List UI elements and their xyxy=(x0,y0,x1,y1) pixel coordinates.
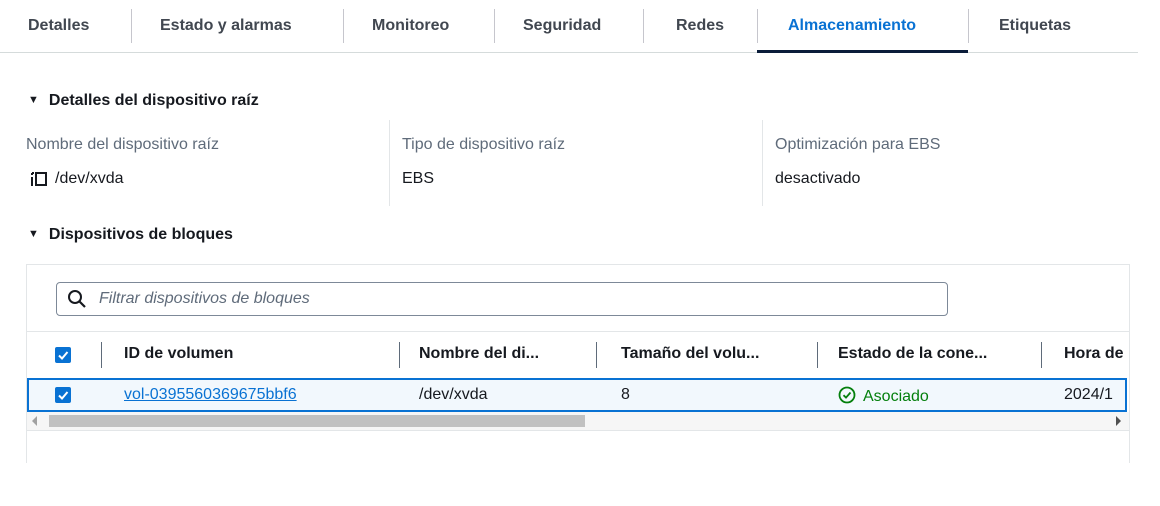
volume-size-cell: 8 xyxy=(621,386,630,403)
check-circle-icon xyxy=(838,386,856,404)
device-name-cell: /dev/xvda xyxy=(419,386,488,403)
tab-estado-alarmas[interactable]: Estado y alarmas xyxy=(160,0,292,52)
column-divider xyxy=(596,342,597,368)
volume-id-link[interactable]: vol-0395560369675bbf6 xyxy=(124,386,297,404)
root-device-type-label: Tipo de dispositivo raíz xyxy=(402,136,566,153)
block-devices-section-header[interactable]: ▼ Dispositivos de bloques xyxy=(28,226,233,244)
root-device-section-header[interactable]: ▼ Detalles del dispositivo raíz xyxy=(28,92,259,110)
row-checkbox[interactable] xyxy=(55,387,71,403)
tab-divider xyxy=(757,9,758,43)
search-icon xyxy=(68,290,86,308)
caret-down-icon: ▼ xyxy=(28,228,39,240)
tab-detalles[interactable]: Detalles xyxy=(28,0,89,52)
copy-icon[interactable] xyxy=(30,170,48,188)
attachment-status-cell: Asociado xyxy=(838,386,929,406)
attachment-status-label: Asociado xyxy=(863,388,929,405)
tab-divider xyxy=(131,9,132,43)
tab-divider xyxy=(343,9,344,43)
root-device-section-title: Detalles del dispositivo raíz xyxy=(48,92,259,109)
root-device-type-value: EBS xyxy=(402,170,435,187)
tab-redes[interactable]: Redes xyxy=(676,0,724,52)
tab-etiquetas[interactable]: Etiquetas xyxy=(999,0,1071,52)
column-divider xyxy=(1041,342,1042,368)
block-devices-table: Filtrar dispositivos de bloques ID de vo… xyxy=(26,264,1130,463)
column-divider xyxy=(389,120,390,206)
tab-divider xyxy=(494,9,495,43)
tab-seguridad[interactable]: Seguridad xyxy=(523,0,601,52)
horizontal-scrollbar[interactable] xyxy=(27,412,1129,431)
caret-down-icon: ▼ xyxy=(28,94,39,106)
time-cell: 2024/1 xyxy=(1064,386,1113,403)
select-all-checkbox[interactable] xyxy=(55,347,71,363)
tab-bar: Detalles Estado y alarmas Monitoreo Segu… xyxy=(0,0,1138,53)
column-divider xyxy=(101,342,102,368)
column-header-attachment-status[interactable]: Estado de la cone... xyxy=(838,345,987,363)
checkmark-icon xyxy=(58,351,69,360)
table-row[interactable]: vol-0395560369675bbf6 /dev/xvda 8 Asocia… xyxy=(27,378,1127,412)
filter-search-input[interactable]: Filtrar dispositivos de bloques xyxy=(56,282,948,316)
search-placeholder: Filtrar dispositivos de bloques xyxy=(99,290,310,307)
tab-almacenamiento[interactable]: Almacenamiento xyxy=(788,0,916,52)
root-device-name-value: /dev/xvda xyxy=(55,170,124,187)
column-header-time[interactable]: Hora de xyxy=(1064,345,1124,363)
scroll-left-arrow-icon[interactable] xyxy=(32,416,37,426)
column-header-volume-id[interactable]: ID de volumen xyxy=(124,345,233,363)
tab-divider xyxy=(643,9,644,43)
column-header-volume-size[interactable]: Tamaño del volu... xyxy=(621,345,759,363)
scroll-right-arrow-icon[interactable] xyxy=(1116,416,1121,426)
root-device-name-label: Nombre del dispositivo raíz xyxy=(26,136,219,153)
scrollbar-thumb[interactable] xyxy=(49,415,585,427)
column-divider xyxy=(817,342,818,368)
active-tab-indicator xyxy=(757,50,968,53)
table-header: ID de volumen Nombre del di... Tamaño de… xyxy=(27,331,1129,378)
column-header-device-name[interactable]: Nombre del di... xyxy=(419,345,539,363)
tab-monitoreo[interactable]: Monitoreo xyxy=(372,0,449,52)
tab-divider xyxy=(968,9,969,43)
checkmark-icon xyxy=(58,391,69,400)
column-divider xyxy=(762,120,763,206)
block-devices-section-title: Dispositivos de bloques xyxy=(48,226,233,243)
column-divider xyxy=(399,342,400,368)
ebs-optimization-value: desactivado xyxy=(775,170,861,187)
ebs-optimization-label: Optimización para EBS xyxy=(775,136,941,153)
